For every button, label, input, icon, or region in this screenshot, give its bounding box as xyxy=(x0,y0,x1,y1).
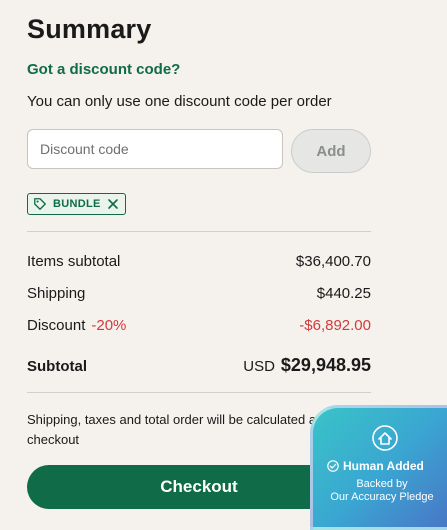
discount-row: Discount -20% -$6,892.00 xyxy=(27,317,371,334)
subtotal-value: $29,948.95 xyxy=(280,355,371,375)
add-code-button[interactable]: Add xyxy=(291,129,371,173)
discount-code-toggle[interactable]: Got a discount code? xyxy=(27,61,180,78)
subtotal-currency: USD xyxy=(243,358,275,375)
badge-subtext: Backed by Our Accuracy Pledge xyxy=(313,478,447,504)
discount-label-group: Discount -20% xyxy=(27,317,126,334)
shipping-label: Shipping xyxy=(27,285,86,302)
discount-label: Discount xyxy=(27,317,86,334)
discount-code-input[interactable] xyxy=(27,129,283,169)
discount-value: -$6,892.00 xyxy=(299,317,371,334)
check-circle-icon xyxy=(327,460,339,472)
divider-bottom xyxy=(27,392,371,393)
subtotal-amount: USD $29,948.95 xyxy=(243,355,371,376)
subtotal-row: Subtotal USD $29,948.95 xyxy=(27,355,371,376)
items-subtotal-row: Items subtotal $36,400.70 xyxy=(27,253,371,270)
badge-headline: Human Added xyxy=(343,459,424,473)
badge-line-2: Our Accuracy Pledge xyxy=(330,491,434,503)
items-subtotal-value: $36,400.70 xyxy=(295,253,371,270)
close-icon[interactable] xyxy=(107,198,119,210)
accuracy-pledge-badge[interactable]: Human Added Backed by Our Accuracy Pledg… xyxy=(310,405,447,530)
subtotal-label: Subtotal xyxy=(27,358,87,375)
badge-line-1: Backed by xyxy=(356,478,408,490)
divider-top xyxy=(27,231,371,232)
tag-icon xyxy=(34,198,46,210)
discount-percent: -20% xyxy=(91,317,127,334)
single-code-note: You can only use one discount code per o… xyxy=(27,93,332,110)
items-subtotal-label: Items subtotal xyxy=(27,253,121,270)
shipping-value: $440.25 xyxy=(316,285,371,302)
page-title: Summary xyxy=(27,14,152,44)
badge-headline-line: Human Added xyxy=(327,459,447,473)
house-icon xyxy=(372,425,398,451)
applied-code-chip: BUNDLE xyxy=(27,193,126,215)
applied-code-label: BUNDLE xyxy=(53,198,101,210)
shipping-row: Shipping $440.25 xyxy=(27,285,371,302)
